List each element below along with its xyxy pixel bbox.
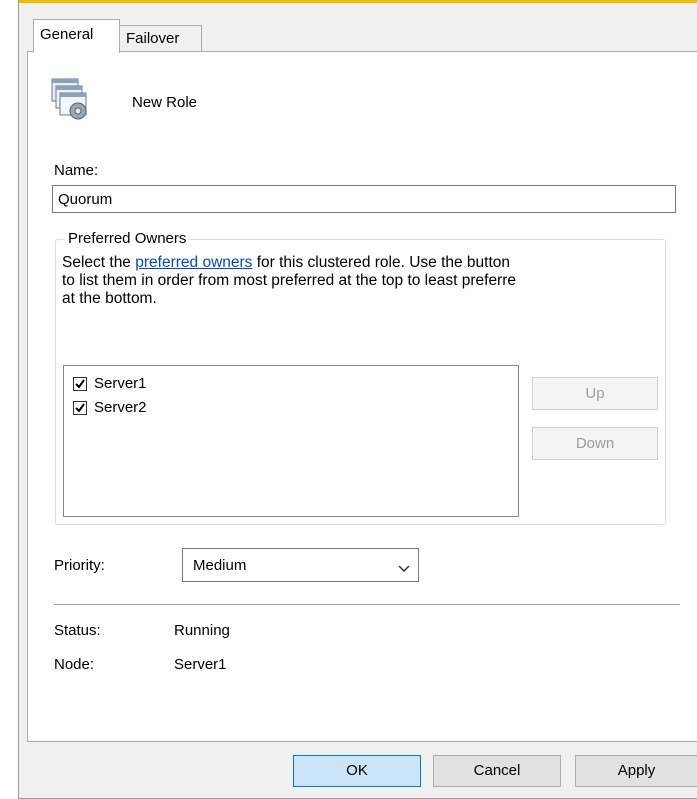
description-line-2: to list them in order from most preferre… xyxy=(62,272,517,289)
server1-checkbox[interactable] xyxy=(73,377,87,391)
list-item[interactable]: Server2 xyxy=(73,398,147,418)
checkmark-icon xyxy=(75,379,85,389)
chevron-down-icon xyxy=(398,560,410,577)
description-text-start: Select the xyxy=(62,254,136,271)
description-text-end: for this clustered role. Use the button xyxy=(252,254,511,271)
status-label: Status: xyxy=(54,622,101,639)
status-value: Running xyxy=(174,622,230,639)
list-item[interactable]: Server1 xyxy=(73,374,147,394)
ok-button[interactable]: OK xyxy=(293,755,421,787)
apply-button[interactable]: Apply xyxy=(575,755,697,787)
name-label: Name: xyxy=(54,162,99,179)
name-field[interactable] xyxy=(52,185,676,213)
tab-general[interactable]: General xyxy=(33,19,120,53)
divider xyxy=(54,604,680,605)
down-button[interactable]: Down xyxy=(532,427,658,460)
priority-label: Priority: xyxy=(54,557,105,574)
owner-name: Server2 xyxy=(94,399,147,416)
server2-checkbox[interactable] xyxy=(73,401,87,415)
tab-failover-label: Failover xyxy=(126,30,180,47)
preferred-owners-list[interactable]: Server1 Server2 xyxy=(63,365,519,517)
cluster-role-icon xyxy=(51,78,91,122)
tab-failover[interactable]: Failover xyxy=(119,25,202,52)
priority-value: Medium xyxy=(193,557,247,574)
owner-name: Server1 xyxy=(94,375,147,392)
description-line-3: at the bottom. xyxy=(62,290,157,307)
node-value: Server1 xyxy=(174,656,227,673)
preferred-owners-description: Select the preferred owners for this clu… xyxy=(62,254,674,308)
cancel-button[interactable]: Cancel xyxy=(433,755,561,787)
general-tab-page: New Role Name: Preferred Owners Select t… xyxy=(27,51,697,742)
window-left-edge xyxy=(0,0,19,799)
node-label: Node: xyxy=(54,656,95,673)
preferred-owners-legend: Preferred Owners xyxy=(65,230,190,247)
preferred-owners-link[interactable]: preferred owners xyxy=(135,254,252,271)
tab-general-label: General xyxy=(40,26,94,43)
up-button[interactable]: Up xyxy=(532,377,658,410)
role-properties-dialog: General Failover New Role Name: Preferre… xyxy=(19,3,697,799)
role-title: New Role xyxy=(132,94,198,111)
checkmark-icon xyxy=(75,403,85,413)
priority-dropdown[interactable]: Medium xyxy=(182,548,419,582)
